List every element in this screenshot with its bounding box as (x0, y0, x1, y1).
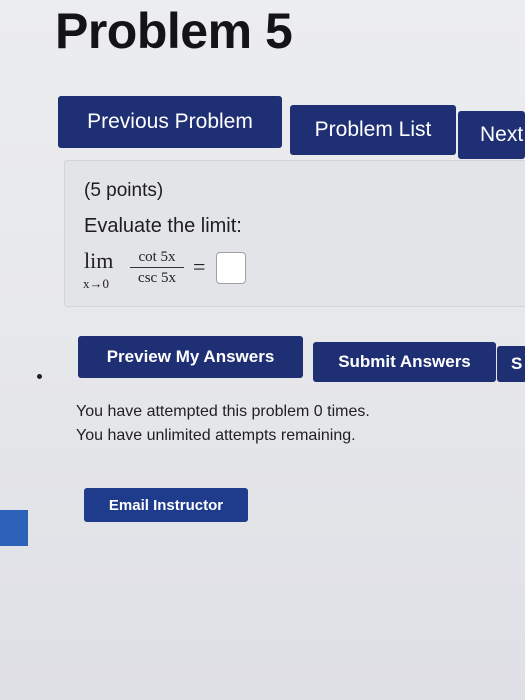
fraction-bar (130, 267, 184, 268)
limit-subscript: x→0 (83, 276, 109, 291)
limit-operator: lim (84, 248, 114, 273)
email-instructor-button[interactable]: Email Instructor (84, 488, 248, 522)
attempts-info: You have attempted this problem 0 times.… (76, 400, 370, 448)
bullet-dot (37, 374, 42, 379)
show-answers-button[interactable]: S (497, 346, 525, 382)
problem-points: (5 points) (84, 180, 164, 201)
fraction-denominator: csc 5x (138, 270, 176, 286)
problem-prompt: Evaluate the limit: (84, 215, 242, 237)
attempts-count: You have attempted this problem 0 times. (76, 403, 370, 420)
limit-fraction: cot 5x csc 5x (130, 248, 184, 287)
previous-problem-button[interactable]: Previous Problem (58, 96, 282, 148)
equals-sign: = (193, 254, 206, 279)
next-problem-button[interactable]: Next (458, 111, 525, 159)
answer-input[interactable] (216, 252, 246, 284)
attempts-remaining: You have unlimited attempts remaining. (76, 427, 356, 444)
submit-answers-button[interactable]: Submit Answers (313, 342, 496, 382)
left-edge-accent (0, 510, 28, 546)
problem-list-button[interactable]: Problem List (290, 105, 456, 155)
fraction-numerator: cot 5x (138, 249, 176, 265)
page-title: Problem 5 (55, 3, 293, 59)
preview-answers-button[interactable]: Preview My Answers (78, 336, 303, 378)
